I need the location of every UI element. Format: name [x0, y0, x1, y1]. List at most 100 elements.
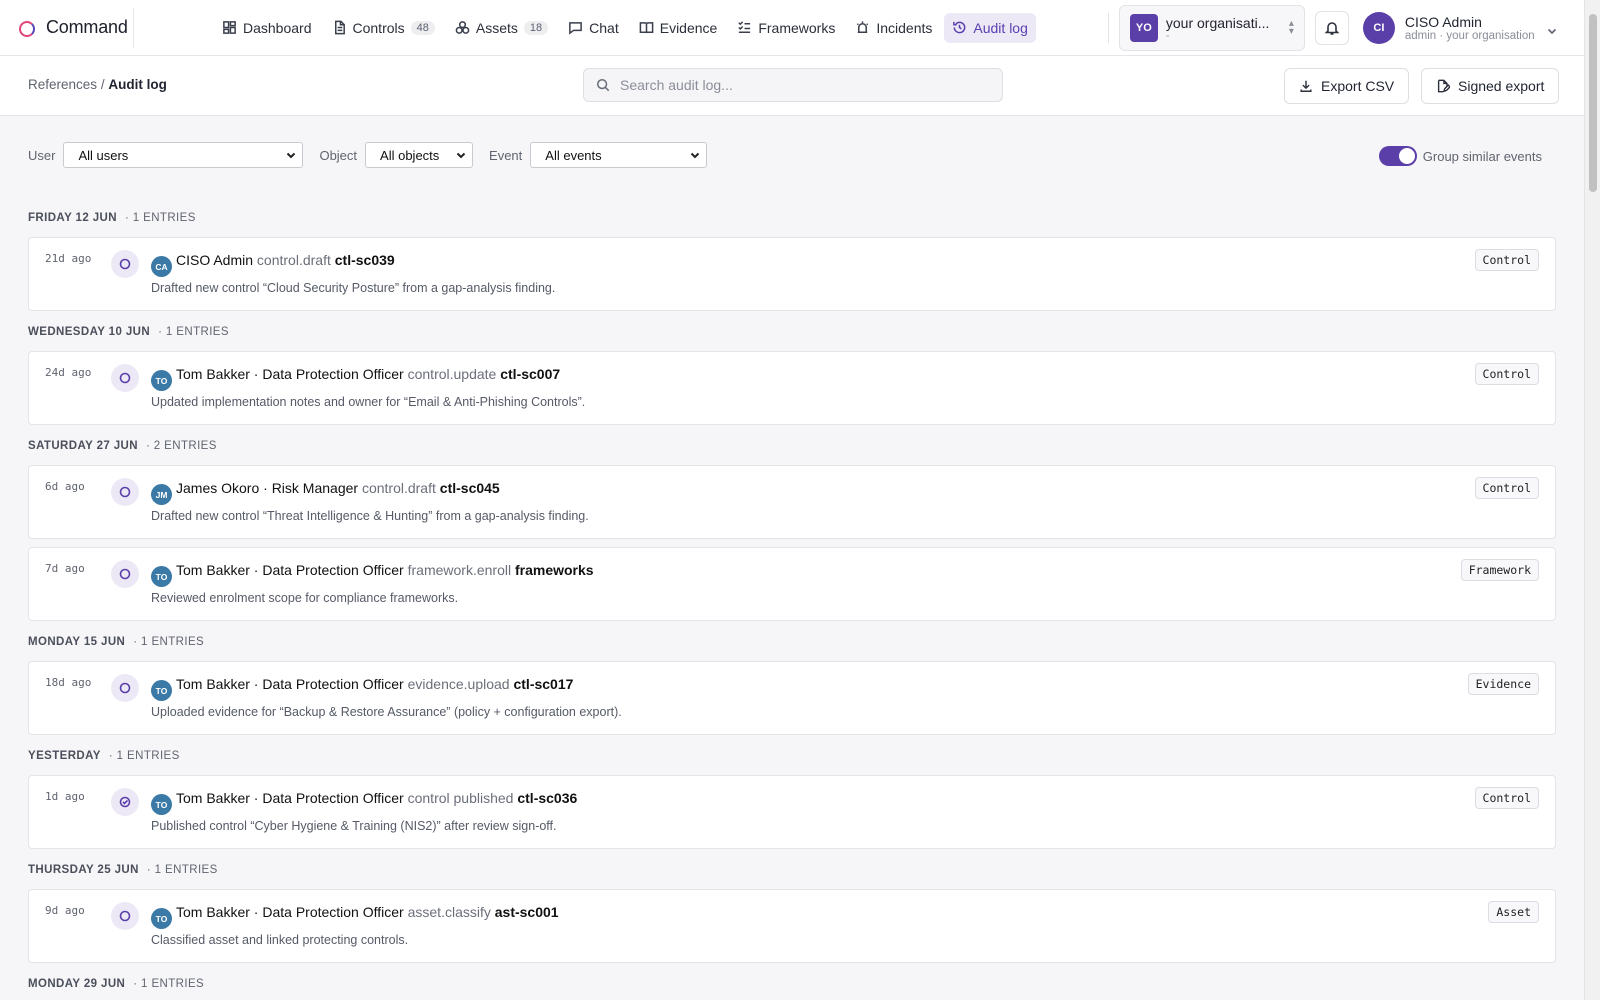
nav-label: Chat — [589, 19, 619, 36]
chevron-up-down-icon: ▴ ▾ — [1288, 17, 1294, 37]
object-type-badge: Framework — [1460, 559, 1539, 581]
audit-entry[interactable]: 1d ago TO Tom Bakker · Data Protection Off… — [28, 775, 1556, 849]
nav-label: Dashboard — [243, 19, 312, 36]
avatar: TO — [151, 566, 172, 587]
nav-frameworks[interactable]: Frameworks — [729, 13, 843, 43]
nav-assets[interactable]: Assets 18 — [447, 13, 556, 43]
nav-audit-log[interactable]: Audit log — [944, 12, 1036, 43]
entry-actor[interactable]: Tom Bakker · Data Protection Officer — [176, 676, 404, 692]
download-icon — [1300, 80, 1312, 92]
status-circle-icon — [119, 682, 131, 694]
brand[interactable]: Command — [0, 7, 134, 48]
search-input[interactable] — [620, 77, 980, 93]
status-indicator — [111, 560, 139, 588]
entry-time: 9d ago — [45, 904, 85, 917]
toggle-switch[interactable] — [1378, 146, 1417, 166]
button-label: Signed export — [1458, 78, 1545, 94]
day-label: THURSDAY 25 JUN — [28, 864, 139, 876]
entry-headline: Tom Bakker · Data Protection Officer ass… — [176, 904, 559, 920]
object-filter-label: Object — [319, 147, 358, 163]
entry-count: · 1 ENTRIES — [108, 750, 180, 762]
filter-bar: User All users Object All objects Event … — [28, 142, 723, 168]
status-circle-icon — [119, 568, 131, 580]
org-avatar: YO — [1129, 13, 1158, 42]
nav-chat[interactable]: Chat — [560, 13, 627, 43]
status-circle-icon — [119, 372, 131, 384]
entry-object-link[interactable]: ast-sc001 — [495, 904, 559, 920]
page-header: References / Audit log Export CSV Signed… — [0, 56, 1584, 116]
day-group-header: MONDAY 15 JUN · 1 ENTRIES — [28, 629, 1556, 655]
select-value: All events — [545, 147, 602, 163]
avatar: TO — [151, 370, 172, 391]
event-filter-label: Event — [489, 147, 523, 163]
entry-actor[interactable]: Tom Bakker · Data Protection Officer — [176, 366, 404, 382]
entry-headline: Tom Bakker · Data Protection Officer con… — [176, 366, 560, 382]
chevron-down-icon — [691, 152, 700, 159]
group-similar-toggle[interactable]: Group similar events — [1378, 146, 1542, 166]
entry-actor[interactable]: James Okoro · Risk Manager — [176, 480, 358, 496]
org-name: your organisati... — [1165, 14, 1270, 31]
audit-entry[interactable]: 18d ago TO Tom Bakker · Data Protection Of… — [28, 661, 1556, 735]
entry-actor[interactable]: Tom Bakker · Data Protection Officer — [176, 904, 404, 920]
notifications-button[interactable] — [1314, 10, 1349, 45]
entry-object-link[interactable]: ctl-sc045 — [440, 480, 500, 496]
entry-object-link[interactable]: ctl-sc036 — [517, 790, 577, 806]
status-circle-icon — [119, 486, 131, 498]
app-name: Command — [46, 17, 128, 37]
entry-count: · 1 ENTRIES — [158, 326, 229, 338]
entry-object-link[interactable]: frameworks — [515, 562, 594, 578]
document-icon — [334, 20, 345, 35]
scrollbar[interactable] — [1584, 0, 1600, 1000]
entry-time: 1d ago — [45, 790, 85, 803]
org-switcher[interactable]: YO your organisati... - ▴ ▾ — [1118, 4, 1305, 51]
audit-entry[interactable]: 9d ago TO Tom Bakker · Data Protection Off… — [28, 889, 1556, 963]
org-text: your organisati... - — [1166, 15, 1289, 41]
export-csv-button[interactable]: Export CSV — [1284, 68, 1410, 104]
nav-label: Incidents — [876, 19, 933, 36]
object-type-badge: Control — [1474, 787, 1539, 809]
audit-entry[interactable]: 6d ago JM James Okoro · Risk Manager contr… — [28, 465, 1556, 539]
day-group-header: THURSDAY 25 JUN · 1 ENTRIES — [28, 857, 1556, 883]
entry-object-link[interactable]: ctl-sc017 — [513, 676, 573, 692]
select-value: All objects — [380, 147, 440, 163]
user-filter-select[interactable]: All users — [63, 142, 304, 168]
entry-description: Published control “Cyber Hygiene & Train… — [151, 819, 557, 833]
entry-object-link[interactable]: ctl-sc007 — [500, 366, 560, 382]
day-label: YESTERDAY — [28, 750, 101, 762]
entry-event: control.draft — [361, 480, 436, 496]
entry-time: 18d ago — [45, 676, 92, 689]
signed-export-button[interactable]: Signed export — [1421, 68, 1560, 104]
breadcrumb-parent[interactable]: References — [28, 77, 97, 92]
nav-evidence[interactable]: Evidence — [631, 13, 726, 43]
entry-event: framework.enroll — [407, 562, 512, 578]
day-label: MONDAY 29 JUN — [28, 978, 126, 990]
nav-incidents[interactable]: Incidents — [847, 13, 940, 43]
scrollbar-thumb[interactable] — [1589, 14, 1597, 192]
entry-actor[interactable]: Tom Bakker · Data Protection Officer — [176, 562, 404, 578]
entry-actor[interactable]: Tom Bakker · Data Protection Officer — [176, 790, 404, 806]
object-filter-select[interactable]: All objects — [365, 142, 474, 168]
nav-label: Assets — [475, 19, 518, 36]
entry-event: evidence.upload — [407, 676, 510, 692]
status-indicator — [111, 788, 139, 816]
status-circle-icon — [119, 258, 131, 270]
event-filter-select[interactable]: All events — [530, 142, 708, 168]
entry-description: Classified asset and linked protecting c… — [151, 933, 409, 947]
audit-entry[interactable]: 24d ago TO Tom Bakker · Data Protection Of… — [28, 351, 1556, 425]
status-circle-icon — [119, 910, 131, 922]
nav-controls[interactable]: Controls 48 — [324, 13, 443, 43]
user-menu[interactable]: CI CISO Admin admin · your organisation — [1362, 11, 1557, 44]
entry-headline: Tom Bakker · Data Protection Officer fra… — [176, 562, 594, 578]
audit-entry[interactable]: 7d ago TO Tom Bakker · Data Protection Off… — [28, 547, 1556, 621]
divider — [1107, 12, 1109, 43]
nav-label: Evidence — [659, 19, 718, 36]
entry-actor[interactable]: CISO Admin — [176, 252, 253, 268]
entry-object-link[interactable]: ctl-sc039 — [335, 252, 395, 268]
audit-entry[interactable]: 21d ago CA CISO Admin control.draft ctl-sc… — [28, 237, 1556, 311]
status-indicator — [111, 364, 139, 392]
nav-dashboard[interactable]: Dashboard — [214, 13, 320, 43]
entry-description: Reviewed enrolment scope for compliance … — [151, 591, 459, 605]
toggle-label: Group similar events — [1422, 148, 1542, 164]
avatar: TO — [151, 908, 172, 929]
entry-count: · 1 ENTRIES — [146, 864, 218, 876]
